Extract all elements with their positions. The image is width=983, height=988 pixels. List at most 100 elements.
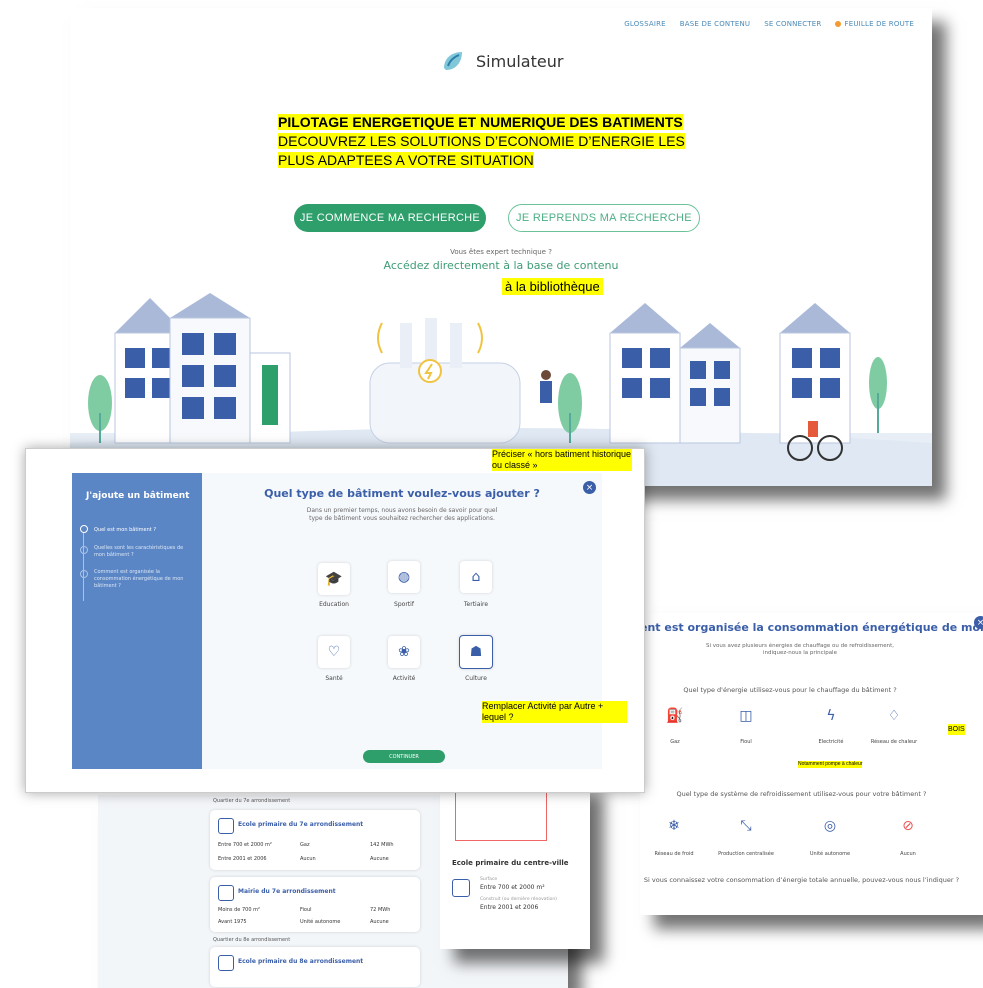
step-2[interactable]: Quelles sont les caractéristiques de mon…: [94, 545, 194, 559]
detail-surface: Entre 700 et 2000 m²: [480, 884, 545, 891]
annotation-historic: Préciser « hors batiment historique ou c…: [492, 449, 632, 471]
school-icon: [452, 879, 470, 897]
modal-content: Quel type de bâtiment voulez-vous ajoute…: [202, 473, 602, 769]
school-icon: [218, 818, 234, 834]
card-title: Ecole primaire du 8e arrondissement: [238, 958, 364, 965]
tank-icon[interactable]: ◫: [734, 708, 758, 724]
roadmap-dot-icon: [835, 21, 842, 27]
start-search-button[interactable]: JE COMMENCE MA RECHERCHE: [294, 204, 486, 232]
flame-icon[interactable]: ♢: [882, 708, 906, 724]
hero-subtitle: DECOUVREZ LES SOLUTIONS D’ECONOMIE D’ENE…: [278, 133, 685, 168]
card-surface: Moins de 700 m²: [218, 907, 260, 913]
card-consumption: 142 MWh: [370, 842, 394, 848]
card-surface: Entre 700 et 2000 m²: [218, 842, 272, 848]
card-year: Avant 1975: [218, 919, 247, 925]
modal-title: Quel type de bâtiment voulez-vous ajoute…: [264, 487, 540, 500]
modal-subtitle: Dans un premier temps, nous avons besoin…: [306, 507, 498, 522]
type-sport-label: Sportif: [394, 601, 414, 608]
leaf-logo-icon: [444, 52, 462, 70]
card-title: Mairie du 7e arrondissement: [238, 888, 336, 895]
type-culture-label: Culture: [465, 675, 487, 682]
energy-panel: ent est organisée la consommation énergé…: [640, 613, 983, 915]
close-icon[interactable]: ×: [583, 481, 596, 494]
type-health-label: Santé: [325, 675, 343, 682]
gas-bottle-icon[interactable]: ⛽: [663, 708, 687, 724]
detail-title: Ecole primaire du centre-ville: [452, 859, 569, 867]
balloons-icon[interactable]: ❀: [388, 636, 420, 668]
hero-title: PILOTAGE ENERGETIQUE ET NUMERIQUE DES BA…: [278, 114, 683, 130]
theater-icon[interactable]: ☗: [459, 635, 493, 669]
heating-option-label: Fioul: [740, 739, 752, 745]
card-year: Entre 2001 et 2006: [218, 856, 267, 862]
brand-logo[interactable]: Simulateur: [440, 48, 563, 74]
step-3[interactable]: Comment est organisée la consommation én…: [94, 569, 194, 590]
ball-icon[interactable]: ◍: [388, 561, 420, 593]
graduation-cap-icon[interactable]: 🎓: [318, 563, 350, 595]
school-icon: [218, 955, 234, 971]
expert-question: Vous êtes expert technique ?: [450, 248, 552, 256]
detail-surface-label: Surface: [480, 877, 498, 882]
nav-glossary[interactable]: GLOSSAIRE: [624, 20, 666, 28]
card-consumption: 72 MWh: [370, 907, 391, 913]
snowflake-icon[interactable]: ❄: [662, 818, 686, 834]
energy-subtitle: Si vous avez plusieurs énergies de chauf…: [706, 643, 894, 656]
card-heating: Gaz: [300, 842, 310, 848]
arrows-in-icon[interactable]: ⤡: [734, 818, 758, 834]
total-consumption-question: Si vous connaissez votre consommation d’…: [643, 876, 960, 884]
building-icon[interactable]: ⌂: [460, 561, 492, 593]
nav-login[interactable]: SE CONNECTER: [764, 20, 821, 28]
building-icon: [218, 885, 234, 901]
step-dot: [80, 546, 88, 554]
detail-built-label: Construit (ou dernière rénovation): [480, 897, 557, 902]
landing-page: GLOSSAIRE BASE DE CONTENU SE CONNECTER F…: [70, 8, 932, 486]
card-other: Aucune: [370, 919, 389, 925]
cooling-option-label: Production centralisée: [718, 851, 774, 857]
heart-icon[interactable]: ♡: [318, 636, 350, 668]
cooling-option-label: Unité autonome: [809, 851, 851, 857]
building-card[interactable]: Ecole primaire du 8e arrondissement: [210, 947, 420, 987]
resume-search-button[interactable]: JE REPRENDS MA RECHERCHE: [508, 204, 700, 232]
heating-option-label: Gaz: [670, 739, 680, 745]
type-education-label: Education: [319, 601, 349, 608]
steps-sidebar: J'ajoute un bâtiment Quel est mon bâtime…: [72, 473, 202, 769]
close-icon[interactable]: ×: [974, 616, 983, 629]
brand-name: Simulateur: [476, 51, 564, 71]
content-base-link[interactable]: Accédez directement à la base de contenu: [70, 259, 932, 272]
sidebar-title: J'ajoute un bâtiment: [86, 491, 190, 501]
annotation-activity: Remplacer Activité par Autre + lequel ?: [482, 701, 627, 723]
nav-roadmap[interactable]: FEUILLE DE ROUTE: [835, 20, 914, 28]
steps-connector: [83, 529, 84, 601]
annotation-bois: BOIS: [948, 724, 965, 735]
card-heating: Fioul: [300, 907, 312, 913]
heating-option-label: Réseau de chaleur: [870, 739, 918, 745]
add-building-modal: J'ajoute un bâtiment Quel est mon bâtime…: [25, 448, 645, 793]
annotation-heat-pump: Notamment pompe à chaleur: [798, 761, 863, 768]
energy-title: ent est organisée la consommation énergé…: [640, 621, 983, 634]
nav-content-base[interactable]: BASE DE CONTENU: [680, 20, 750, 28]
step-dot-active: [80, 525, 88, 533]
step-1[interactable]: Quel est mon bâtiment ?: [94, 527, 194, 534]
step-dot: [80, 570, 88, 578]
type-tertiary-label: Tertiaire: [463, 601, 489, 608]
district-heading: Quartier du 7e arrondissement: [213, 798, 291, 804]
card-title: Ecole primaire du 7e arrondissement: [238, 821, 364, 828]
card-cooling: Unité autonome: [300, 919, 341, 925]
building-card[interactable]: Ecole primaire du 7e arrondissement Entr…: [210, 810, 420, 870]
building-detail-panel: Ecole primaire du centre-ville Surface E…: [440, 779, 590, 949]
cooling-option-label: Aucun: [900, 851, 916, 857]
detail-built: Entre 2001 et 2006: [480, 904, 539, 911]
heating-option-label: Electricité: [818, 739, 844, 745]
building-card[interactable]: Mairie du 7e arrondissement Moins de 700…: [210, 877, 420, 932]
lightning-icon[interactable]: ϟ: [819, 708, 843, 724]
heating-question: Quel type d'énergie utilisez-vous pour l…: [683, 686, 897, 694]
district-heading: Quartier du 8e arrondissement: [213, 937, 291, 943]
cooling-option-label: Réseau de froid: [654, 851, 694, 857]
nav-roadmap-label: FEUILLE DE ROUTE: [844, 20, 914, 28]
none-icon[interactable]: ⊘: [896, 818, 920, 834]
cooling-question: Quel type de système de refroidissement …: [676, 790, 927, 798]
type-activity-label: Activité: [392, 675, 416, 682]
continue-button[interactable]: CONTINUER: [363, 750, 445, 763]
top-navigation: GLOSSAIRE BASE DE CONTENU SE CONNECTER F…: [624, 20, 914, 28]
ac-unit-icon[interactable]: ◎: [818, 818, 842, 834]
hero-text: PILOTAGE ENERGETIQUE ET NUMERIQUE DES BA…: [278, 113, 718, 170]
